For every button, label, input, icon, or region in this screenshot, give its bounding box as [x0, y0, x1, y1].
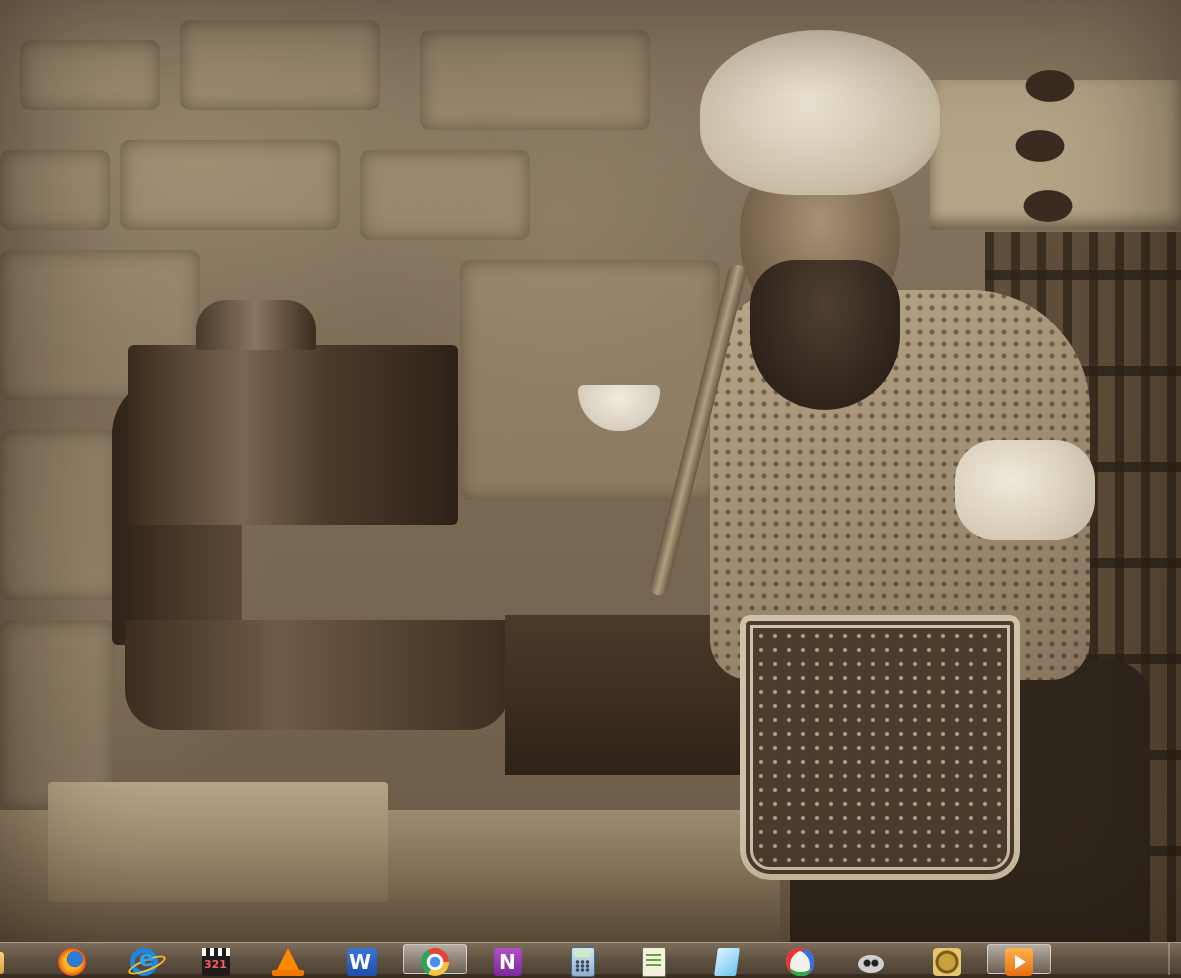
onenote-icon-text: N [499, 950, 516, 974]
bug-icon [858, 955, 884, 973]
coffee-seller-figure [560, 30, 1150, 942]
wall-stone [180, 20, 380, 110]
firefox-icon [58, 948, 86, 976]
taskbar-folder[interactable] [0, 944, 24, 974]
brazier [125, 620, 510, 730]
chrome-icon [421, 948, 449, 976]
taskbar-media-player-classic[interactable]: 321 [184, 944, 248, 976]
word-icon: W [347, 948, 377, 976]
folder-icon [0, 952, 4, 974]
vlc-icon [272, 948, 304, 976]
word-icon-text: W [349, 950, 372, 974]
taskbar: 321 W N [0, 942, 1181, 977]
quran-icon [933, 948, 961, 976]
taskbar-pen[interactable] [695, 944, 759, 976]
taskbar-vlc[interactable] [256, 944, 320, 976]
pen-icon [714, 948, 740, 976]
wall-stone [20, 40, 160, 110]
taskbar-paint[interactable] [768, 944, 832, 976]
paint-icon [786, 948, 814, 976]
media-player-classic-icon: 321 [202, 948, 230, 976]
coffee-urn-lid [196, 300, 316, 350]
taskbar-internet-explorer[interactable] [112, 944, 176, 976]
taskbar-notepad[interactable] [622, 944, 686, 977]
taskbar-word[interactable]: W [330, 944, 394, 976]
wall-stone [0, 430, 120, 600]
taskbar-calculator[interactable] [551, 944, 615, 977]
media-player-icon [1005, 948, 1033, 976]
figure-apron [740, 615, 1020, 880]
internet-explorer-icon [130, 947, 158, 976]
figure-beard [750, 260, 900, 410]
notepad-icon [642, 947, 666, 977]
media-player-classic-icon-text: 321 [204, 958, 227, 971]
wall-stone [360, 150, 530, 240]
calculator-icon [571, 947, 595, 977]
desktop-wallpaper [0, 0, 1181, 942]
taskbar-firefox[interactable] [40, 944, 104, 976]
taskbar-onenote[interactable]: N [476, 944, 540, 976]
metal-tray [48, 782, 388, 902]
show-desktop-separator[interactable] [1168, 943, 1170, 975]
onenote-icon: N [494, 948, 522, 976]
wall-stone [0, 150, 110, 230]
figure-turban [700, 30, 940, 195]
coffee-urn [128, 345, 458, 525]
wall-stone [120, 140, 340, 230]
taskbar-quran[interactable] [915, 944, 979, 976]
taskbar-bug-app[interactable] [839, 944, 903, 974]
taskbar-chrome[interactable] [403, 944, 467, 976]
figure-sleeve [955, 440, 1095, 540]
taskbar-media-player[interactable] [987, 944, 1051, 976]
